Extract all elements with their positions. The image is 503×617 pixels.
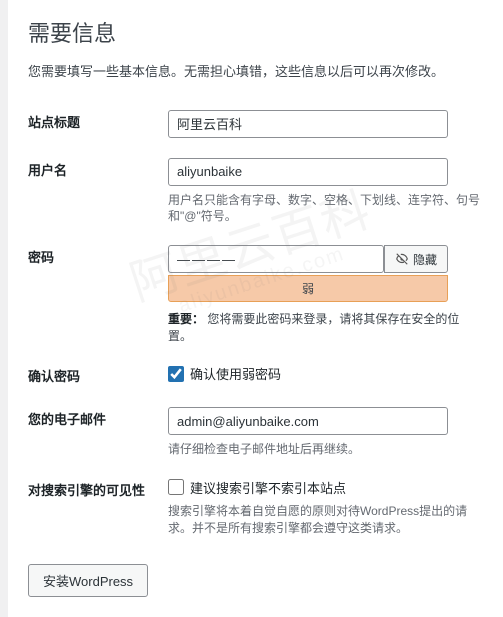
password-important: 重要： 您将需要此密码来登录，请将其保存在安全的位置。 <box>168 310 483 344</box>
visibility-label: 对搜索引擎的可见性 <box>28 468 168 547</box>
install-wordpress-button[interactable]: 安装WordPress <box>28 564 148 597</box>
intro-text: 您需要填写一些基本信息。无需担心填错，这些信息以后可以再次修改。 <box>28 62 483 82</box>
password-strength: 弱 <box>168 275 448 302</box>
password-important-label: 重要： <box>168 312 204 326</box>
confirm-password-label: 确认密码 <box>28 354 168 397</box>
confirm-weak-password-text: 确认使用弱密码 <box>190 364 281 383</box>
visibility-hint: 搜索引擎将本着自觉自愿的原则对待WordPress提出的请求。并不是所有搜索引擎… <box>168 503 483 537</box>
eye-off-icon <box>395 252 409 266</box>
password-important-text: 您将需要此密码来登录，请将其保存在安全的位置。 <box>168 312 459 343</box>
username-input[interactable] <box>168 158 448 186</box>
email-hint: 请仔细检查电子邮件地址后再继续。 <box>168 441 483 458</box>
install-form: 站点标题 用户名 用户名只能含有字母、数字、空格、下划线、连字符、句号和"@"符… <box>28 100 483 547</box>
confirm-weak-password-checkbox[interactable] <box>168 366 184 382</box>
password-input[interactable] <box>168 245 384 273</box>
page-title: 需要信息 <box>28 16 483 48</box>
hide-password-button[interactable]: 隐藏 <box>384 245 448 273</box>
site-title-input[interactable] <box>168 110 448 138</box>
site-title-label: 站点标题 <box>28 100 168 148</box>
username-hint: 用户名只能含有字母、数字、空格、下划线、连字符、句号和"@"符号。 <box>168 192 483 226</box>
username-label: 用户名 <box>28 148 168 236</box>
visibility-checkbox-text: 建议搜索引擎不索引本站点 <box>190 478 346 497</box>
visibility-checkbox[interactable] <box>168 479 184 495</box>
email-input[interactable] <box>168 407 448 435</box>
password-label: 密码 <box>28 235 168 354</box>
email-label: 您的电子邮件 <box>28 397 168 468</box>
hide-password-text: 隐藏 <box>413 251 437 268</box>
